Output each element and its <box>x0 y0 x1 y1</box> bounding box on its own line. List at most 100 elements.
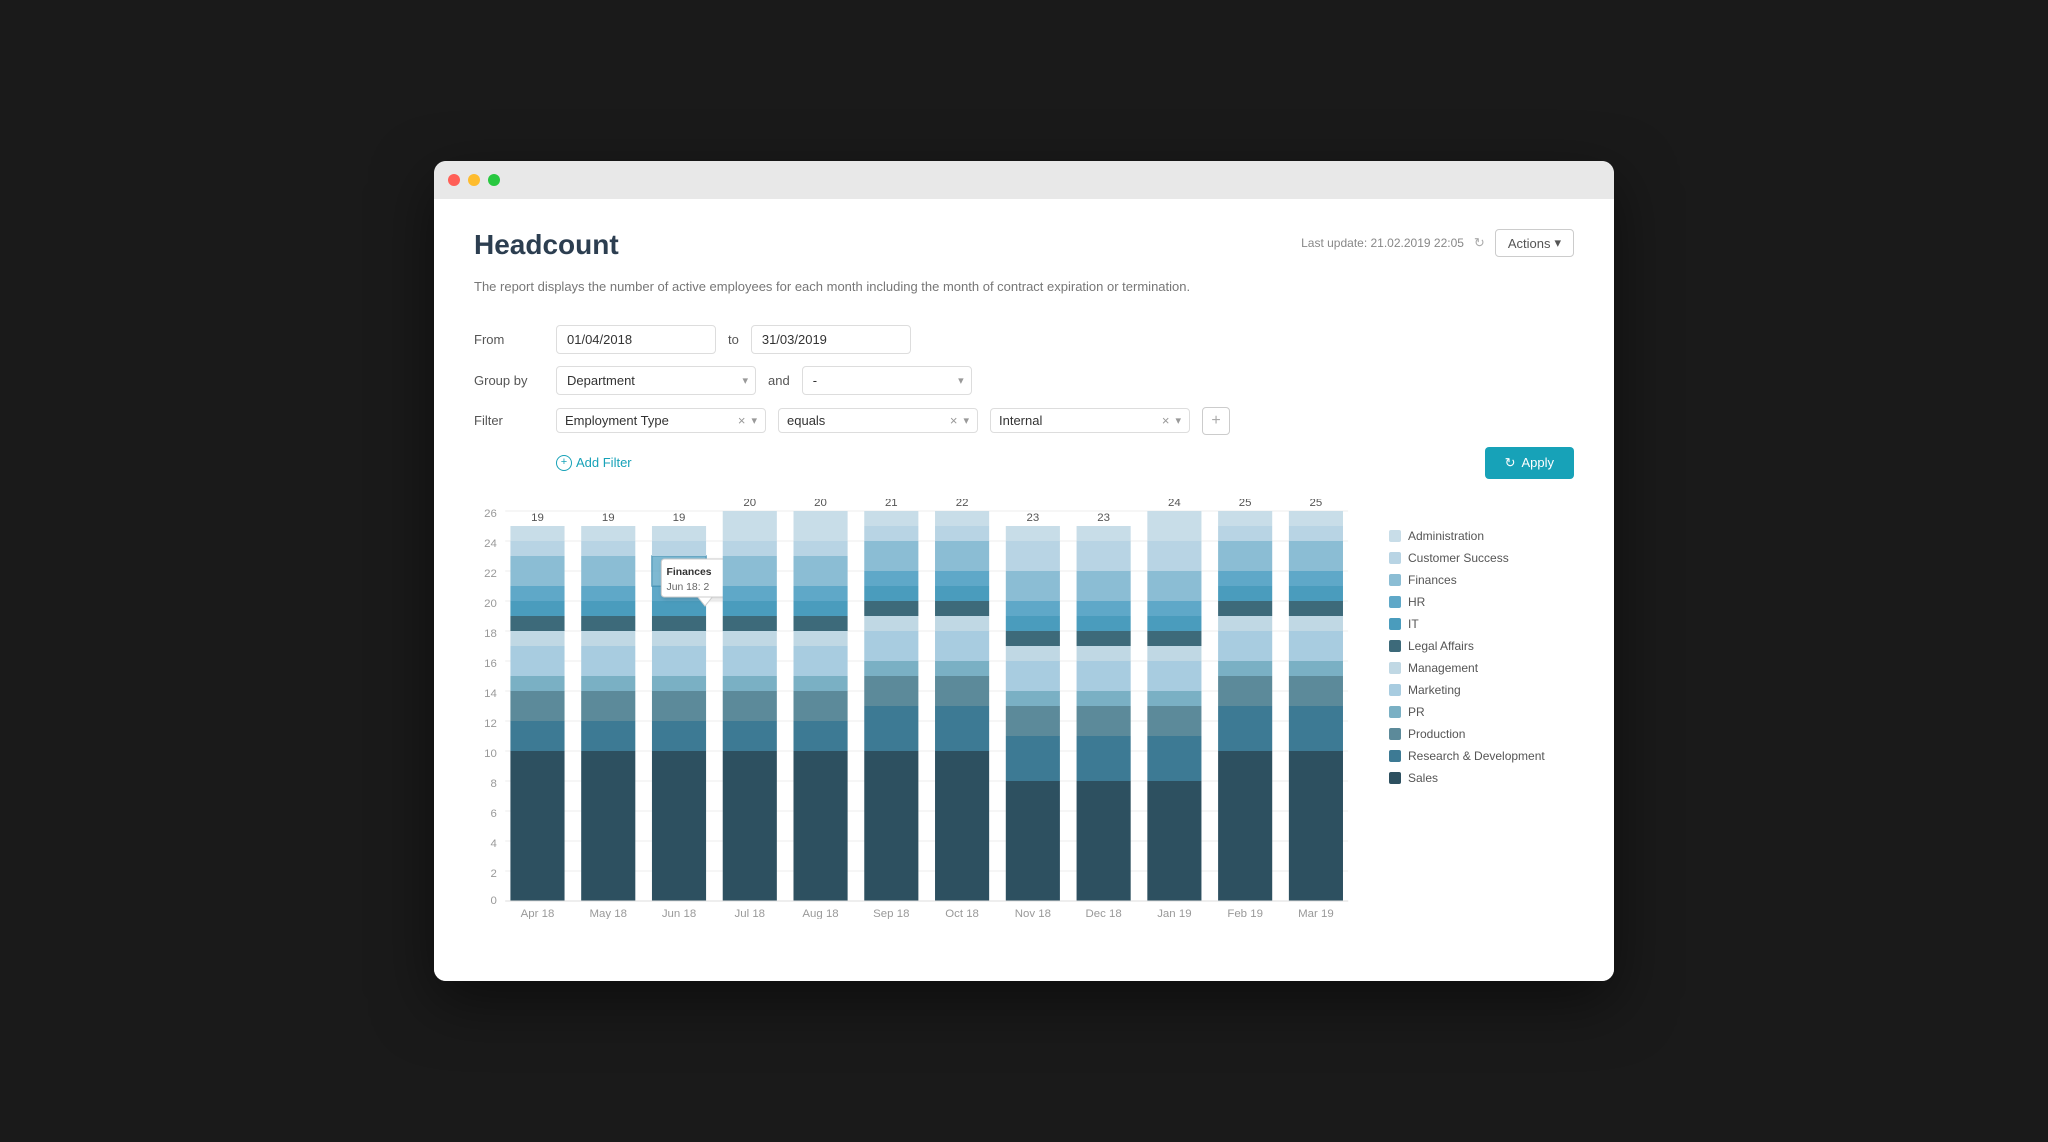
legend-item-pr: PR <box>1389 705 1574 719</box>
svg-text:Apr 18: Apr 18 <box>521 908 555 919</box>
legend-item-research-development: Research & Development <box>1389 749 1574 763</box>
svg-text:2: 2 <box>491 868 497 880</box>
chevron-down-icon[interactable]: ▾ <box>1175 414 1181 427</box>
svg-text:20: 20 <box>814 499 827 509</box>
legend-item-it: IT <box>1389 617 1574 631</box>
svg-text:Dec 18: Dec 18 <box>1085 908 1121 919</box>
from-label: From <box>474 332 544 347</box>
svg-text:Sep 18: Sep 18 <box>873 908 909 919</box>
legend-item-hr: HR <box>1389 595 1574 609</box>
svg-text:6: 6 <box>491 808 497 820</box>
chart-legend: Administration Customer Success Finances… <box>1389 499 1574 924</box>
legend-label: IT <box>1408 617 1419 631</box>
actions-button[interactable]: Actions ▾ <box>1495 229 1574 257</box>
svg-text:Jun 18: 2: Jun 18: 2 <box>667 582 710 593</box>
svg-text:Mar 19: Mar 19 <box>1298 908 1334 919</box>
to-date-input[interactable] <box>751 325 911 354</box>
bar-chart: 26 24 22 20 18 16 14 12 10 8 6 4 2 0 <box>474 499 1369 919</box>
legend-color <box>1389 640 1401 652</box>
legend-label: PR <box>1408 705 1425 719</box>
legend-label: Administration <box>1408 529 1484 543</box>
minimize-dot[interactable] <box>468 174 480 186</box>
legend-item-legal-affairs: Legal Affairs <box>1389 639 1574 653</box>
maximize-dot[interactable] <box>488 174 500 186</box>
svg-text:Nov 18: Nov 18 <box>1015 908 1051 919</box>
filter-row: Filter Employment Type × ▾ equals × ▾ <box>474 407 1574 435</box>
svg-text:21: 21 <box>885 499 898 509</box>
and-select[interactable]: - <box>802 366 972 395</box>
legend-color <box>1389 552 1401 564</box>
legend-color <box>1389 662 1401 674</box>
svg-text:May 18: May 18 <box>589 908 627 919</box>
svg-text:24: 24 <box>1168 499 1181 509</box>
legend-item-production: Production <box>1389 727 1574 741</box>
svg-text:25: 25 <box>1310 499 1323 509</box>
page-content: Headcount Last update: 21.02.2019 22:05 … <box>434 199 1614 981</box>
legend-color <box>1389 530 1401 542</box>
close-dot[interactable] <box>448 174 460 186</box>
app-window: Headcount Last update: 21.02.2019 22:05 … <box>434 161 1614 981</box>
filter-field-value: Employment Type <box>565 413 669 428</box>
legend-color <box>1389 618 1401 630</box>
from-date-input[interactable] <box>556 325 716 354</box>
legend-item-customer-success: Customer Success <box>1389 551 1574 565</box>
refresh-icon[interactable]: ↻ <box>1474 235 1485 251</box>
svg-text:16: 16 <box>484 658 497 670</box>
group-by-label: Group by <box>474 373 544 388</box>
filter-operator-tag[interactable]: equals × ▾ <box>778 408 978 433</box>
svg-text:18: 18 <box>484 628 497 640</box>
svg-text:Jun 18: Jun 18 <box>662 908 696 919</box>
bar-sep18: 21 Sep 18 <box>864 499 918 919</box>
and-label: and <box>768 373 790 388</box>
plus-icon: + <box>1211 412 1220 430</box>
report-description: The report displays the number of active… <box>474 277 1574 297</box>
filter-value-tag[interactable]: Internal × ▾ <box>990 408 1190 433</box>
apply-button[interactable]: ↻ Apply <box>1485 447 1574 479</box>
filter-label: Filter <box>474 413 544 428</box>
bar-nov18: 23 Nov 18 <box>1006 512 1060 919</box>
titlebar <box>434 161 1614 199</box>
legend-item-sales: Sales <box>1389 771 1574 785</box>
svg-text:Oct 18: Oct 18 <box>945 908 979 919</box>
filters-section: From to Group by Department ▾ and - <box>474 325 1574 479</box>
chevron-down-icon: ▾ <box>1554 235 1561 251</box>
date-range-row: From to <box>474 325 1574 354</box>
legend-label: Customer Success <box>1408 551 1509 565</box>
svg-text:Finances: Finances <box>667 567 712 578</box>
header-right: Last update: 21.02.2019 22:05 ↻ Actions … <box>1301 229 1574 257</box>
legend-color <box>1389 684 1401 696</box>
svg-text:12: 12 <box>484 718 497 730</box>
bar-jan19: 24 Jan 19 <box>1147 499 1201 919</box>
legend-label: Legal Affairs <box>1408 639 1474 653</box>
filter-field-clear[interactable]: × <box>738 414 746 427</box>
legend-color <box>1389 772 1401 784</box>
bar-apr18: 19 Apr 18 <box>510 512 564 919</box>
chevron-down-icon[interactable]: ▾ <box>963 414 969 427</box>
legend-label: Marketing <box>1408 683 1461 697</box>
add-filter-circle-icon: + <box>556 455 572 471</box>
last-update-label: Last update: 21.02.2019 22:05 <box>1301 236 1464 250</box>
add-filter-button[interactable]: + Add Filter <box>556 455 632 471</box>
filter-value-clear[interactable]: × <box>1162 414 1170 427</box>
group-by-select[interactable]: Department <box>556 366 756 395</box>
legend-color <box>1389 750 1401 762</box>
filter-operator-clear[interactable]: × <box>950 414 958 427</box>
svg-text:22: 22 <box>956 499 969 509</box>
filter-field-tag[interactable]: Employment Type × ▾ <box>556 408 766 433</box>
bar-mar19: 25 Mar 19 <box>1289 499 1343 919</box>
legend-label: Sales <box>1408 771 1438 785</box>
add-filter-plus-button[interactable]: + <box>1202 407 1230 435</box>
chevron-down-icon[interactable]: ▾ <box>751 414 757 427</box>
svg-text:24: 24 <box>484 538 497 550</box>
chart-main: 26 24 22 20 18 16 14 12 10 8 6 4 2 0 <box>474 499 1369 924</box>
svg-text:Jul 18: Jul 18 <box>735 908 766 919</box>
group-by-row: Group by Department ▾ and - ▾ <box>474 366 1574 395</box>
svg-text:23: 23 <box>1097 512 1110 524</box>
legend-item-marketing: Marketing <box>1389 683 1574 697</box>
bar-oct18: 22 Oct 18 <box>935 499 989 919</box>
svg-text:Jan 19: Jan 19 <box>1157 908 1191 919</box>
filter-operator-value: equals <box>787 413 825 428</box>
page-header: Headcount Last update: 21.02.2019 22:05 … <box>474 229 1574 261</box>
svg-text:22: 22 <box>484 568 497 580</box>
bar-dec18: 23 Dec 18 <box>1077 512 1131 919</box>
